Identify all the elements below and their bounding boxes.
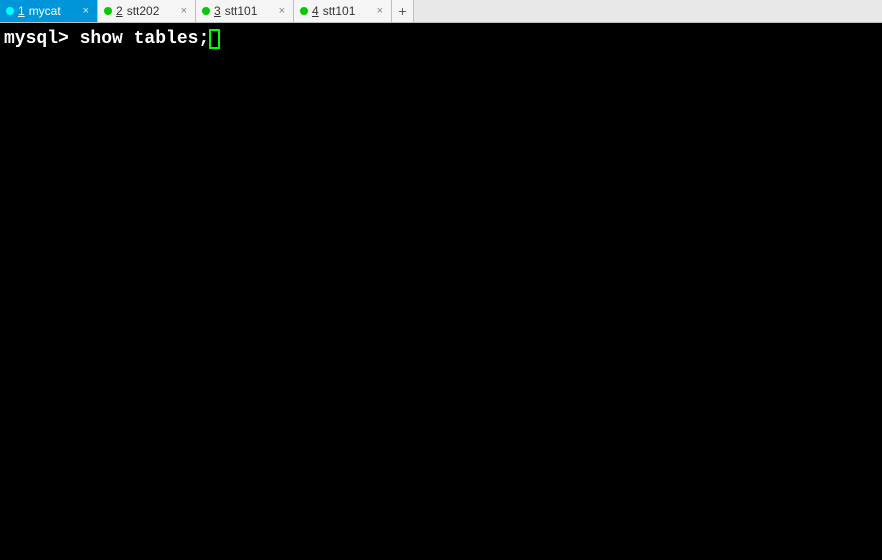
tab-label: stt101 [225, 4, 273, 18]
status-dot-icon [6, 7, 14, 15]
status-dot-icon [104, 7, 112, 15]
cursor-icon [209, 29, 220, 49]
tab-number: 4 [312, 4, 319, 18]
terminal-prompt: mysql> [4, 29, 80, 49]
tab-4-stt101[interactable]: 4 stt101 × [294, 0, 392, 22]
status-dot-icon [202, 7, 210, 15]
tab-bar: 1 mycat × 2 stt202 × 3 stt101 × 4 stt101… [0, 0, 882, 23]
add-tab-button[interactable]: + [392, 0, 414, 22]
close-icon[interactable]: × [375, 5, 385, 17]
close-icon[interactable]: × [81, 5, 91, 17]
status-dot-icon [300, 7, 308, 15]
tab-label: stt202 [127, 4, 175, 18]
tab-3-stt101[interactable]: 3 stt101 × [196, 0, 294, 22]
terminal[interactable]: mysql> show tables; [0, 23, 882, 560]
tab-label: stt101 [323, 4, 371, 18]
tab-number: 3 [214, 4, 221, 18]
tab-number: 1 [18, 4, 25, 18]
terminal-command: show tables; [80, 29, 210, 49]
close-icon[interactable]: × [277, 5, 287, 17]
close-icon[interactable]: × [179, 5, 189, 17]
tab-number: 2 [116, 4, 123, 18]
tab-label: mycat [29, 4, 77, 18]
tab-1-mycat[interactable]: 1 mycat × [0, 0, 98, 22]
tab-2-stt202[interactable]: 2 stt202 × [98, 0, 196, 22]
